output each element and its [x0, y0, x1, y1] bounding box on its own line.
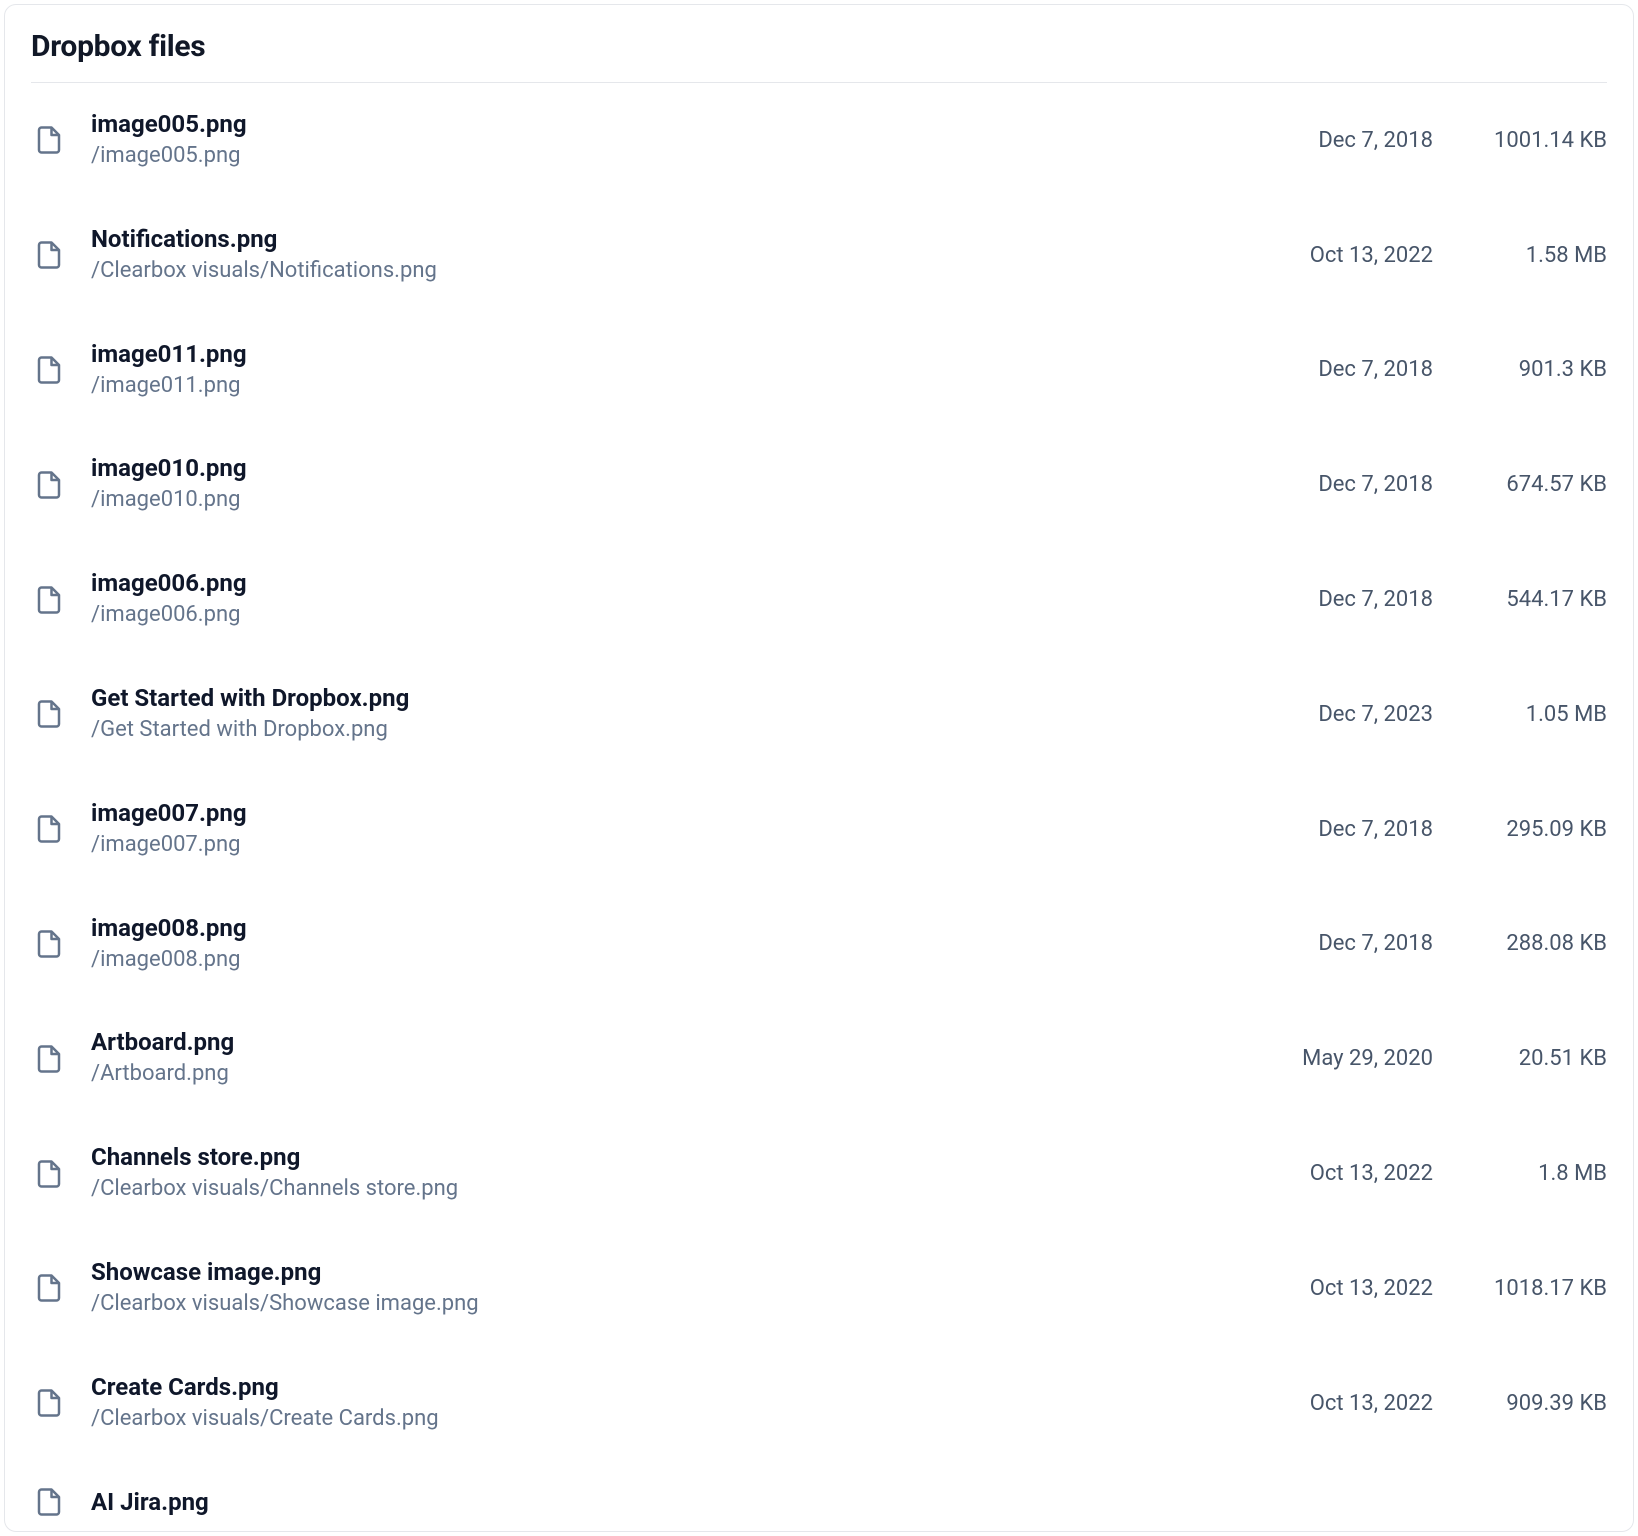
file-row[interactable]: image007.png/image007.png Dec 7, 2018 295.…	[31, 772, 1607, 887]
file-icon	[31, 1044, 67, 1074]
file-size: 1.8 MB	[1457, 1161, 1607, 1186]
file-name: Artboard.png	[91, 1027, 1278, 1057]
file-path: /Clearbox visuals/Channels store.png	[91, 1174, 1286, 1205]
file-name-col: Showcase image.png/Clearbox visuals/Show…	[91, 1257, 1286, 1320]
file-size: 674.57 KB	[1457, 472, 1607, 497]
file-name-col: Channels store.png/Clearbox visuals/Chan…	[91, 1142, 1286, 1205]
file-row[interactable]: image010.png/image010.png Dec 7, 2018 674.…	[31, 427, 1607, 542]
file-size: 901.3 KB	[1457, 357, 1607, 382]
file-name: Channels store.png	[91, 1142, 1286, 1172]
file-icon	[31, 240, 67, 270]
file-size: 1018.17 KB	[1457, 1276, 1607, 1301]
file-size: 288.08 KB	[1457, 931, 1607, 956]
file-name: Showcase image.png	[91, 1257, 1286, 1287]
file-name: image005.png	[91, 109, 1294, 139]
file-icon	[31, 1273, 67, 1303]
file-date: Oct 13, 2022	[1310, 1391, 1433, 1416]
file-size: 295.09 KB	[1457, 817, 1607, 842]
file-row[interactable]: image005.png/image005.png Dec 7, 2018 1001…	[31, 83, 1607, 198]
file-size: 1.58 MB	[1457, 243, 1607, 268]
file-path: /image010.png	[91, 485, 1294, 516]
file-row[interactable]: Artboard.png/Artboard.png May 29, 2020 20.…	[31, 1001, 1607, 1116]
file-path: /Clearbox visuals/Notifications.png	[91, 256, 1286, 287]
dropbox-files-card: Dropbox files image005.png/image005.png D…	[4, 4, 1634, 1532]
file-date: Dec 7, 2023	[1318, 702, 1433, 727]
file-date: Dec 7, 2018	[1318, 587, 1433, 612]
file-list: image005.png/image005.png Dec 7, 2018 1001…	[31, 83, 1607, 1532]
file-name-col: image007.png/image007.png	[91, 798, 1294, 861]
file-path: /Get Started with Dropbox.png	[91, 715, 1294, 746]
file-path: /image005.png	[91, 141, 1294, 172]
file-row[interactable]: Showcase image.png/Clearbox visuals/Show…	[31, 1231, 1607, 1346]
file-name-col: image006.png/image006.png	[91, 568, 1294, 631]
file-path: /image008.png	[91, 945, 1294, 976]
file-icon	[31, 585, 67, 615]
file-size: 1.05 MB	[1457, 702, 1607, 727]
file-path: /image011.png	[91, 371, 1294, 402]
file-row[interactable]: Create Cards.png/Clearbox visuals/Create…	[31, 1346, 1607, 1461]
file-size: 20.51 KB	[1457, 1046, 1607, 1071]
file-name-col: Get Started with Dropbox.png/Get Started…	[91, 683, 1294, 746]
file-name: image011.png	[91, 339, 1294, 369]
file-date: Dec 7, 2018	[1318, 817, 1433, 842]
file-date: May 29, 2020	[1302, 1046, 1433, 1071]
file-icon	[31, 355, 67, 385]
file-path: /image007.png	[91, 830, 1294, 861]
file-name-col: Artboard.png/Artboard.png	[91, 1027, 1278, 1090]
file-date: Dec 7, 2018	[1318, 472, 1433, 497]
file-date: Dec 7, 2018	[1318, 931, 1433, 956]
file-name: Get Started with Dropbox.png	[91, 683, 1294, 713]
file-date: Dec 7, 2018	[1318, 357, 1433, 382]
file-name: Notifications.png	[91, 224, 1286, 254]
file-icon	[31, 1487, 67, 1517]
file-path: /Clearbox visuals/Create Cards.png	[91, 1404, 1286, 1435]
file-name-col: Notifications.png/Clearbox visuals/Notif…	[91, 224, 1286, 287]
file-date: Oct 13, 2022	[1310, 1276, 1433, 1301]
file-path: /image006.png	[91, 600, 1294, 631]
card-header: Dropbox files	[31, 29, 1607, 83]
file-row[interactable]: Get Started with Dropbox.png/Get Started…	[31, 657, 1607, 772]
file-row[interactable]: image008.png/image008.png Dec 7, 2018 288.…	[31, 887, 1607, 1002]
file-size: 909.39 KB	[1457, 1391, 1607, 1416]
file-name-col: AI Jira.png	[91, 1487, 1409, 1517]
file-icon	[31, 125, 67, 155]
file-path: /Artboard.png	[91, 1059, 1278, 1090]
file-name-col: image011.png/image011.png	[91, 339, 1294, 402]
file-date: Dec 7, 2018	[1318, 128, 1433, 153]
file-size: 544.17 KB	[1457, 587, 1607, 612]
file-name-col: Create Cards.png/Clearbox visuals/Create…	[91, 1372, 1286, 1435]
file-row[interactable]: Channels store.png/Clearbox visuals/Chan…	[31, 1116, 1607, 1231]
file-date: Oct 13, 2022	[1310, 1161, 1433, 1186]
file-icon	[31, 1159, 67, 1189]
file-name: AI Jira.png	[91, 1487, 1409, 1517]
file-row[interactable]: AI Jira.png	[31, 1461, 1607, 1532]
file-name-col: image005.png/image005.png	[91, 109, 1294, 172]
file-row[interactable]: Notifications.png/Clearbox visuals/Notif…	[31, 198, 1607, 313]
file-name-col: image010.png/image010.png	[91, 453, 1294, 516]
file-name: image007.png	[91, 798, 1294, 828]
file-name: Create Cards.png	[91, 1372, 1286, 1402]
file-row[interactable]: image006.png/image006.png Dec 7, 2018 544.…	[31, 542, 1607, 657]
file-name: image006.png	[91, 568, 1294, 598]
card-title: Dropbox files	[31, 29, 1607, 64]
file-size: 1001.14 KB	[1457, 128, 1607, 153]
file-icon	[31, 470, 67, 500]
file-row[interactable]: image011.png/image011.png Dec 7, 2018 901.…	[31, 313, 1607, 428]
file-icon	[31, 929, 67, 959]
file-icon	[31, 699, 67, 729]
file-icon	[31, 1388, 67, 1418]
file-name: image008.png	[91, 913, 1294, 943]
file-icon	[31, 814, 67, 844]
file-name: image010.png	[91, 453, 1294, 483]
file-date: Oct 13, 2022	[1310, 243, 1433, 268]
file-path: /Clearbox visuals/Showcase image.png	[91, 1289, 1286, 1320]
file-name-col: image008.png/image008.png	[91, 913, 1294, 976]
